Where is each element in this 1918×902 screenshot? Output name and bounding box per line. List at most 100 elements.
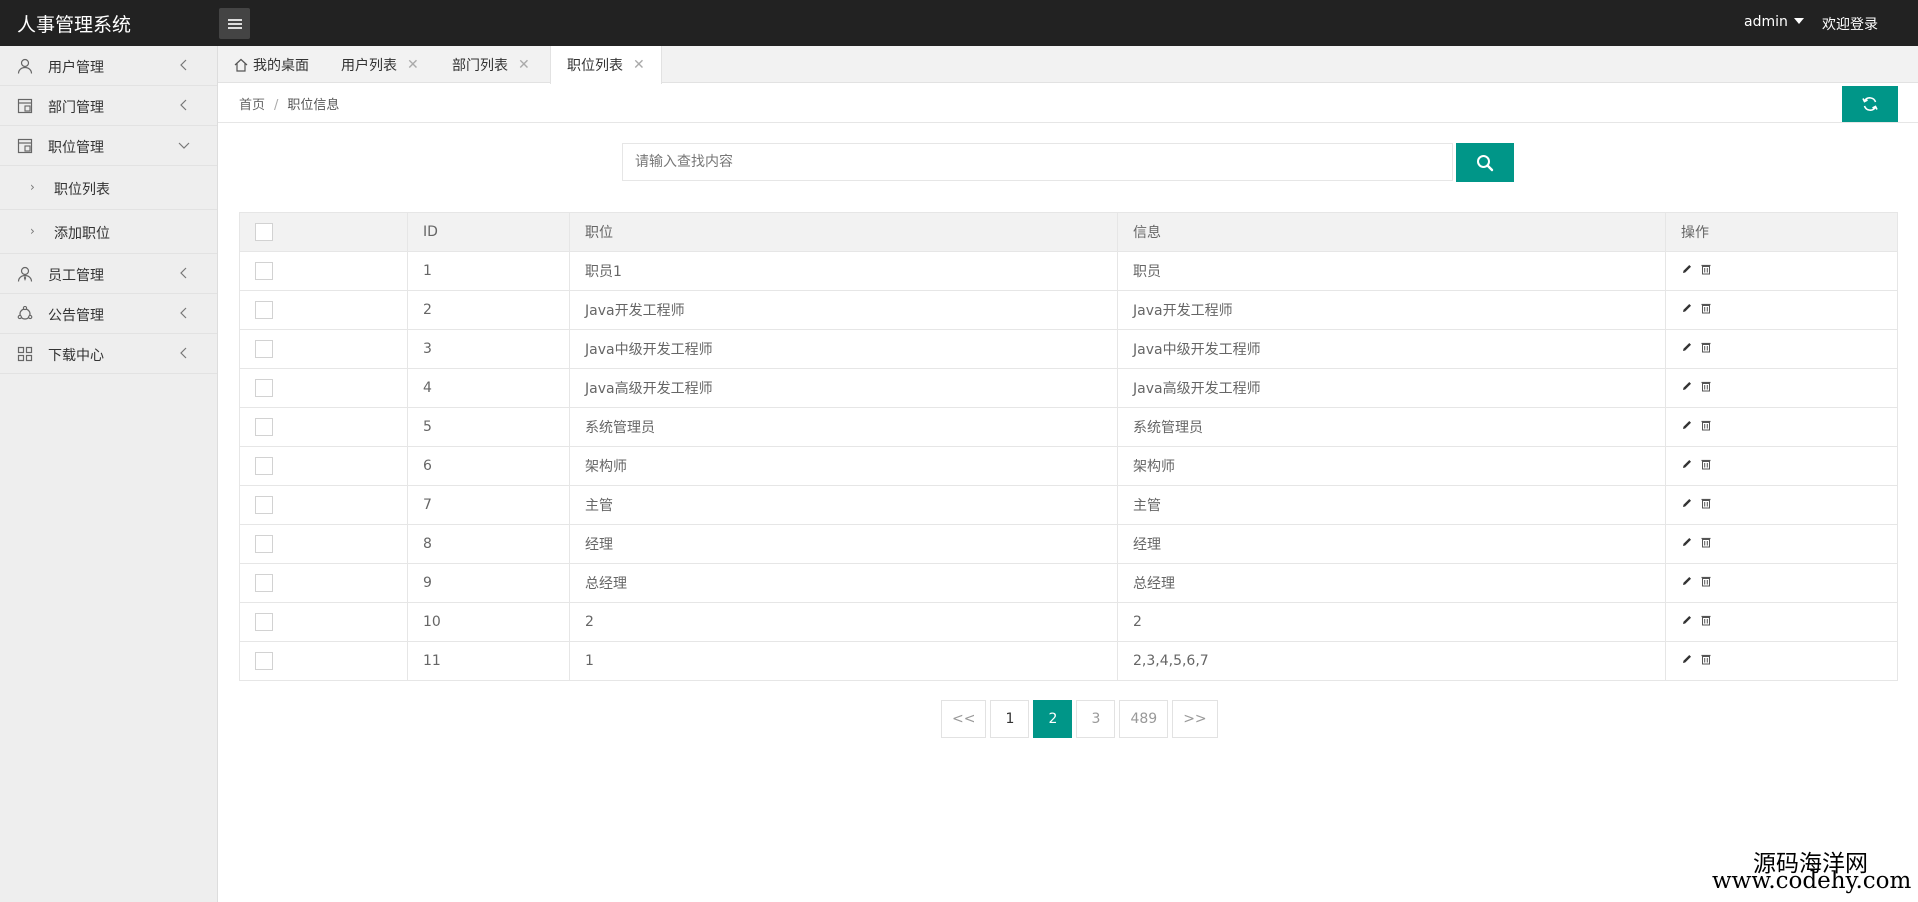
sidebar-item-notices[interactable]: 公告管理 (0, 294, 217, 334)
close-icon[interactable]: ✕ (518, 57, 530, 73)
trash-icon[interactable] (1700, 419, 1712, 431)
trash-icon[interactable] (1700, 497, 1712, 509)
cell-actions (1665, 641, 1898, 681)
row-checkbox[interactable] (255, 535, 273, 553)
trash-icon[interactable] (1700, 536, 1712, 548)
sidebar-item-employees[interactable]: 员工管理 (0, 254, 217, 294)
edit-icon[interactable] (1681, 653, 1693, 665)
cell-actions (1665, 368, 1898, 408)
cell-position: 经理 (569, 524, 1118, 564)
edit-icon[interactable] (1681, 341, 1693, 353)
positions-table: ID 职位 信息 操作 1 职员1 职员 2 Java开发工程师 Java开发工程师 3 Ja… (239, 212, 1898, 681)
cell-position: 系统管理员 (569, 407, 1118, 447)
page-button[interactable]: 3 (1076, 700, 1116, 738)
cell-info: 2 (1117, 602, 1666, 642)
row-checkbox[interactable] (255, 379, 273, 397)
cell-id: 1 (407, 251, 570, 291)
table-row: 8 经理 经理 (239, 524, 1898, 564)
edit-icon[interactable] (1681, 614, 1693, 626)
cell-info: Java高级开发工程师 (1117, 368, 1666, 408)
table-row: 9 总经理 总经理 (239, 563, 1898, 603)
next-page-button[interactable]: >> (1172, 700, 1218, 738)
top-bar: 人事管理系统 admin 欢迎登录 (0, 0, 1918, 46)
close-icon[interactable]: ✕ (407, 57, 419, 73)
trash-icon[interactable] (1700, 380, 1712, 392)
row-checkbox-cell (239, 290, 408, 330)
page-button-current[interactable]: 2 (1033, 700, 1073, 738)
sidebar-subitem-add-position[interactable]: › 添加职位 (0, 210, 217, 254)
trash-icon[interactable] (1700, 341, 1712, 353)
row-checkbox[interactable] (255, 652, 273, 670)
row-checkbox[interactable] (255, 418, 273, 436)
row-checkbox[interactable] (255, 457, 273, 475)
trash-icon[interactable] (1700, 263, 1712, 275)
tab-label: 职位列表 (567, 58, 623, 74)
row-checkbox[interactable] (255, 262, 273, 280)
cell-actions (1665, 329, 1898, 369)
edit-icon[interactable] (1681, 497, 1693, 509)
cell-position: 架构师 (569, 446, 1118, 486)
edit-icon[interactable] (1681, 302, 1693, 314)
tab-position-list[interactable]: 职位列表 ✕ (550, 46, 662, 84)
page-button[interactable]: 1 (990, 700, 1030, 738)
employee-icon (17, 266, 33, 282)
trash-icon[interactable] (1700, 458, 1712, 470)
sidebar-item-label: 职位管理 (48, 140, 104, 156)
row-checkbox-cell (239, 407, 408, 447)
sidebar-item-departments[interactable]: 部门管理 (0, 86, 217, 126)
tab-department-list[interactable]: 部门列表 ✕ (452, 46, 530, 83)
trash-icon[interactable] (1700, 614, 1712, 626)
cell-info: 主管 (1117, 485, 1666, 525)
page-button[interactable]: 489 (1119, 700, 1169, 738)
row-checkbox[interactable] (255, 301, 273, 319)
cell-info: Java开发工程师 (1117, 290, 1666, 330)
pagination: << 1 2 3 489 >> (941, 700, 1218, 738)
trash-icon[interactable] (1700, 302, 1712, 314)
sidebar-item-label: 用户管理 (48, 60, 104, 76)
edit-icon[interactable] (1681, 536, 1693, 548)
edit-icon[interactable] (1681, 458, 1693, 470)
chevron-left-icon (180, 267, 187, 279)
row-checkbox-cell (239, 485, 408, 525)
edit-icon[interactable] (1681, 419, 1693, 431)
refresh-icon (1862, 97, 1878, 111)
select-all-checkbox[interactable] (255, 223, 273, 241)
refresh-button[interactable] (1842, 86, 1898, 122)
header-checkbox-cell (239, 212, 408, 252)
chevron-left-icon (180, 99, 187, 111)
cell-actions (1665, 446, 1898, 486)
sidebar-item-positions[interactable]: 职位管理 (0, 126, 217, 166)
prev-page-button[interactable]: << (941, 700, 987, 738)
tab-user-list[interactable]: 用户列表 ✕ (341, 46, 419, 83)
edit-icon[interactable] (1681, 380, 1693, 392)
tab-desktop[interactable]: 我的桌面 (234, 46, 309, 83)
cell-actions (1665, 485, 1898, 525)
chevron-left-icon (180, 59, 187, 71)
edit-icon[interactable] (1681, 263, 1693, 275)
chevron-left-icon (180, 307, 187, 319)
row-checkbox[interactable] (255, 340, 273, 358)
row-checkbox[interactable] (255, 574, 273, 592)
row-checkbox[interactable] (255, 613, 273, 631)
cell-id: 3 (407, 329, 570, 369)
cell-position: 职员1 (569, 251, 1118, 291)
user-menu[interactable]: admin (1744, 14, 1804, 30)
search-button[interactable] (1456, 143, 1514, 182)
trash-icon[interactable] (1700, 575, 1712, 587)
sidebar-item-users[interactable]: 用户管理 (0, 46, 217, 86)
chevron-down-icon (178, 142, 190, 149)
sidebar-subitem-label: 职位列表 (54, 182, 110, 198)
close-icon[interactable]: ✕ (633, 57, 645, 73)
search-input[interactable] (622, 143, 1453, 181)
sidebar-item-downloads[interactable]: 下载中心 (0, 334, 217, 374)
welcome-link[interactable]: 欢迎登录 (1822, 14, 1878, 34)
table-header-row: ID 职位 信息 操作 (239, 212, 1898, 252)
breadcrumb-home[interactable]: 首页 (239, 98, 265, 113)
sidebar-subitem-position-list[interactable]: › 职位列表 (0, 166, 217, 210)
edit-icon[interactable] (1681, 575, 1693, 587)
cell-position: Java中级开发工程师 (569, 329, 1118, 369)
menu-toggle-button[interactable] (219, 8, 250, 39)
cell-id: 5 (407, 407, 570, 447)
trash-icon[interactable] (1700, 653, 1712, 665)
row-checkbox[interactable] (255, 496, 273, 514)
